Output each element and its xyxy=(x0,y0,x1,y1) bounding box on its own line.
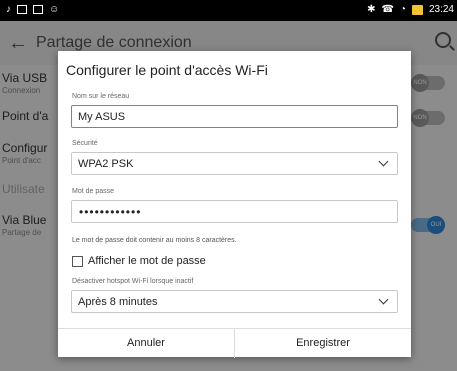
dialog-title: Configurer le point d'accès Wi-Fi xyxy=(66,62,268,78)
music-note-icon: ♪ xyxy=(6,4,11,15)
save-button[interactable]: Enregistrer xyxy=(235,329,411,358)
phone-icon: ☎ xyxy=(381,4,394,15)
inactive-timeout-value: Après 8 minutes xyxy=(78,296,158,308)
show-password-label: Afficher le mot de passe xyxy=(88,255,206,267)
security-select[interactable]: WPA2 PSK xyxy=(71,152,398,175)
clock-time: 23:24 xyxy=(428,4,454,15)
network-name-input[interactable]: My ASUS xyxy=(71,105,398,128)
show-password-checkbox[interactable] xyxy=(72,256,83,267)
password-label: Mot de passe xyxy=(72,188,115,195)
password-value: •••••••••••• xyxy=(79,205,142,219)
wifi-hotspot-dialog: Configurer le point d'accès Wi-Fi Nom su… xyxy=(58,51,411,358)
dialog-buttons: Annuler Enregistrer xyxy=(58,328,411,358)
screen-icon xyxy=(33,5,43,14)
status-bar: ♪ ☺ ✱ ☎ ◔ 23:24 xyxy=(0,0,457,21)
battery-icon xyxy=(411,4,423,15)
network-name-value: My ASUS xyxy=(78,111,126,123)
chevron-down-icon xyxy=(378,156,389,167)
security-label: Sécurité xyxy=(72,140,98,147)
wifi-icon: ◔ xyxy=(399,4,406,15)
bluetooth-icon: ✱ xyxy=(367,4,376,15)
password-hint: Le mot de passe doit contenir au moins 8… xyxy=(72,237,237,244)
inactive-label: Désactiver hotspot Wi-Fi lorsque inactif xyxy=(72,278,194,285)
gallery-icon xyxy=(17,5,27,14)
password-input[interactable]: •••••••••••• xyxy=(71,200,398,223)
network-name-label: Nom sur le réseau xyxy=(72,93,130,100)
android-icon: ☺ xyxy=(49,4,60,15)
security-value: WPA2 PSK xyxy=(78,158,134,170)
inactive-timeout-select[interactable]: Après 8 minutes xyxy=(71,290,398,313)
chevron-down-icon xyxy=(378,294,389,305)
cancel-button[interactable]: Annuler xyxy=(58,329,235,358)
